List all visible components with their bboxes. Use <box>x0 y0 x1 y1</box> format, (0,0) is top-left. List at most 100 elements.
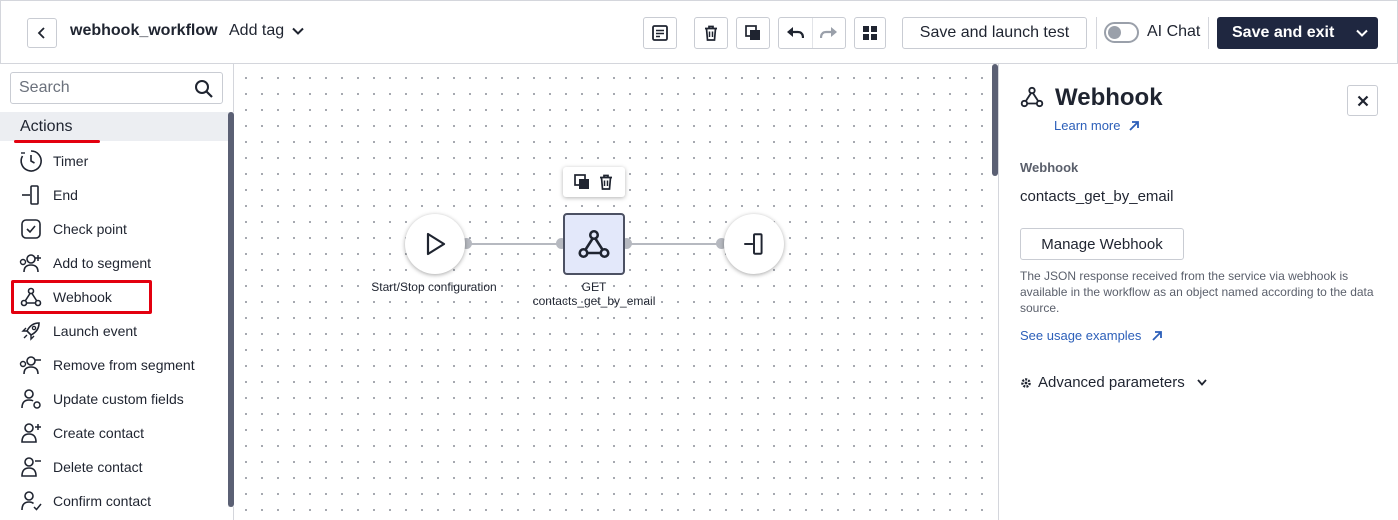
trash-icon <box>600 174 612 190</box>
start-node[interactable] <box>405 214 465 274</box>
action-label: Add to segment <box>53 255 152 271</box>
redo-button[interactable] <box>811 18 845 48</box>
undo-icon <box>787 27 805 39</box>
node-toolbar <box>563 167 625 197</box>
webhook-node[interactable] <box>563 213 625 275</box>
see-usage-label: See usage examples <box>1020 328 1142 343</box>
advanced-parameters-label: Advanced parameters <box>1038 374 1185 391</box>
close-panel-button[interactable] <box>1347 85 1378 116</box>
undo-button[interactable] <box>779 18 812 48</box>
toolbar-divider <box>1208 17 1209 49</box>
action-delete-contact[interactable]: Delete contact <box>18 452 224 482</box>
add-segment-icon <box>19 254 41 273</box>
connector-line <box>626 243 722 245</box>
end-node[interactable] <box>724 214 784 274</box>
save-launch-test-button[interactable]: Save and launch test <box>902 17 1087 49</box>
action-create-contact[interactable]: Create contact <box>18 418 224 448</box>
redo-icon <box>819 27 837 39</box>
chevron-down-icon <box>292 27 304 35</box>
webhook-description: The JSON response received from the serv… <box>1020 269 1374 315</box>
webhook-method: GET <box>581 280 607 294</box>
top-toolbar: webhook_workflow Add tag Save and launch… <box>0 0 1398 64</box>
save-exit-menu-button[interactable] <box>1345 17 1378 49</box>
action-check-point[interactable]: Check point <box>18 214 224 244</box>
learn-more-link[interactable]: Learn more <box>1054 118 1140 133</box>
end-icon <box>744 233 763 255</box>
save-exit-button[interactable]: Save and exit <box>1217 17 1378 49</box>
actions-sidebar: Actions Timer End Check point Add to seg… <box>0 64 234 520</box>
chevron-left-icon <box>37 27 45 39</box>
properties-panel: Webhook Learn more Webhook contacts_get_… <box>998 64 1398 520</box>
webhook-field-value: contacts_get_by_email <box>1020 188 1174 205</box>
remove-segment-icon <box>19 356 41 375</box>
ai-chat-toggle[interactable] <box>1104 22 1139 43</box>
duplicate-button[interactable] <box>736 17 770 49</box>
action-update-custom-fields[interactable]: Update custom fields <box>18 384 224 414</box>
action-label: Remove from segment <box>53 357 195 373</box>
connector-line <box>466 243 562 245</box>
action-label: Check point <box>53 221 127 237</box>
action-label: Webhook <box>53 289 112 305</box>
external-link-icon <box>1152 330 1163 341</box>
action-label: Create contact <box>53 425 145 441</box>
action-end[interactable]: End <box>18 180 224 210</box>
annotation-underline <box>14 140 100 143</box>
search-input[interactable] <box>11 79 191 97</box>
toggle-knob <box>1108 26 1121 39</box>
search-icon[interactable] <box>194 79 214 99</box>
action-confirm-contact[interactable]: Confirm contact <box>18 486 224 516</box>
advanced-parameters-toggle[interactable]: Advanced parameters <box>1020 374 1207 391</box>
create-contact-icon <box>21 423 41 443</box>
close-icon <box>1357 95 1368 106</box>
copy-icon <box>745 25 760 40</box>
webhook-name: contacts_get_by_email <box>532 294 656 308</box>
section-title: Actions <box>20 118 73 135</box>
actions-section-header[interactable]: Actions <box>0 112 228 141</box>
rocket-icon <box>21 322 40 341</box>
confirm-contact-icon <box>21 491 42 511</box>
action-launch-event[interactable]: Launch event <box>18 316 224 346</box>
end-icon <box>22 185 39 205</box>
start-node-label: Start/Stop configuration <box>371 280 497 294</box>
toolbar-divider <box>1096 17 1097 49</box>
webhook-field-label: Webhook <box>1020 160 1079 175</box>
manage-webhook-button[interactable]: Manage Webhook <box>1020 228 1184 260</box>
chevron-down-icon <box>1355 29 1368 37</box>
workflow-name: webhook_workflow <box>70 22 218 39</box>
action-webhook[interactable]: Webhook <box>18 282 224 312</box>
action-remove-from-segment[interactable]: Remove from segment <box>18 350 224 380</box>
layout-button[interactable] <box>854 17 886 49</box>
see-usage-examples-link[interactable]: See usage examples <box>1020 328 1163 343</box>
webhook-icon <box>20 287 42 307</box>
chevron-down-icon <box>1197 379 1207 386</box>
action-label: Timer <box>53 153 89 169</box>
play-icon <box>426 232 446 256</box>
undo-redo-group <box>778 17 846 49</box>
node-copy-button[interactable] <box>573 173 591 191</box>
action-timer[interactable]: Timer <box>18 146 224 176</box>
action-label: Update custom fields <box>53 391 184 407</box>
ai-chat-label: AI Chat <box>1147 23 1201 40</box>
learn-more-label: Learn more <box>1054 118 1121 133</box>
back-button[interactable] <box>27 18 57 48</box>
copy-icon <box>574 174 589 189</box>
check-point-icon <box>21 219 41 239</box>
webhook-icon <box>1020 86 1044 108</box>
notes-button[interactable] <box>643 17 677 49</box>
update-fields-icon <box>21 389 41 409</box>
external-link-icon <box>1129 120 1140 131</box>
save-exit-label: Save and exit <box>1232 24 1335 41</box>
add-tag-dropdown[interactable]: Add tag <box>229 22 304 40</box>
action-label: Delete contact <box>53 459 143 475</box>
timer-icon <box>20 150 42 172</box>
action-add-to-segment[interactable]: Add to segment <box>18 248 224 278</box>
node-delete-button[interactable] <box>597 173 615 191</box>
grid-icon <box>863 26 877 40</box>
note-icon <box>652 25 668 41</box>
add-tag-label: Add tag <box>229 22 285 39</box>
action-label: Confirm contact <box>53 493 152 509</box>
action-label: Launch event <box>53 323 138 339</box>
action-label: End <box>53 187 78 203</box>
webhook-icon <box>578 229 610 259</box>
delete-button[interactable] <box>694 17 728 49</box>
